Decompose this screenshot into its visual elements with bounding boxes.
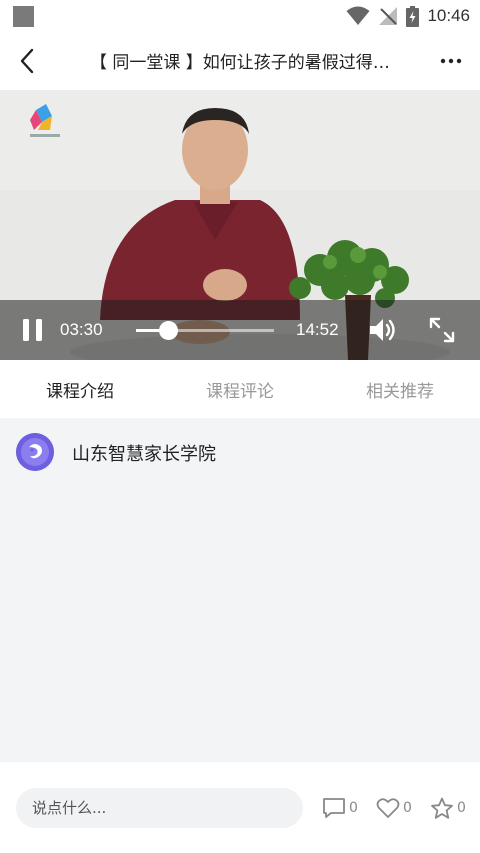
chevron-left-icon [20, 48, 34, 74]
like-count: 0 [403, 800, 412, 816]
course-intro-panel: 山东智慧家长学院 [0, 418, 480, 762]
avatar[interactable] [16, 433, 54, 471]
more-dots-icon [440, 58, 462, 64]
star-icon [431, 797, 453, 819]
comment-count: 0 [349, 800, 358, 816]
battery-charging-icon [406, 5, 420, 27]
total-time: 14:52 [296, 320, 339, 339]
like-button[interactable]: 0 [376, 795, 412, 821]
comment-button[interactable]: 0 [322, 795, 358, 821]
publisher-name[interactable]: 山东智慧家长学院 [72, 440, 216, 466]
more-button[interactable] [434, 44, 468, 78]
volume-icon[interactable] [368, 316, 398, 344]
seek-bar[interactable] [136, 321, 274, 340]
comment-icon [323, 798, 345, 818]
player-controls: 03:30 14:52 [0, 300, 480, 360]
heart-icon [376, 798, 400, 818]
status-icons: 10:46 [346, 4, 470, 28]
app-bar: 【 同一堂课 】如何让孩子的暑假过得更有意义 [0, 32, 480, 90]
status-time: 10:46 [427, 6, 470, 25]
no-signal-icon [379, 7, 398, 25]
notification-icon [13, 6, 34, 27]
status-bar: 10:46 [0, 0, 480, 32]
favorite-button[interactable]: 0 [430, 795, 466, 821]
tab-related[interactable]: 相关推荐 [320, 360, 480, 418]
pause-icon[interactable] [20, 316, 46, 344]
tab-course-comments[interactable]: 课程评论 [160, 360, 320, 418]
publisher-logo-icon [16, 433, 54, 471]
favorite-count: 0 [457, 800, 466, 816]
page-title: 【 同一堂课 】如何让孩子的暑假过得更有意义 [90, 53, 390, 73]
video-player[interactable]: 03:30 14:52 [0, 90, 480, 360]
current-time: 03:30 [60, 320, 103, 339]
wifi-icon [346, 6, 370, 25]
back-button[interactable] [10, 44, 44, 78]
tab-bar: 课程介绍 课程评论 相关推荐 [0, 360, 480, 418]
comment-bar: 0 0 0 [0, 762, 480, 853]
tab-course-intro[interactable]: 课程介绍 [0, 360, 160, 418]
comment-input[interactable] [16, 788, 303, 828]
fullscreen-icon[interactable] [428, 316, 456, 344]
seek-thumb[interactable] [159, 321, 179, 340]
